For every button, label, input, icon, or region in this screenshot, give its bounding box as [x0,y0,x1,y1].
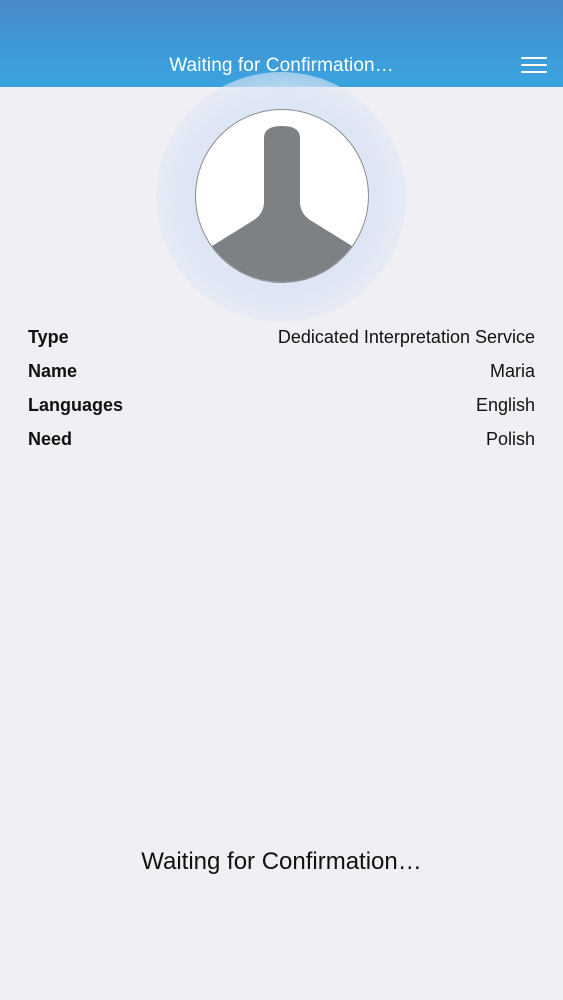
menu-line [521,71,547,74]
status-message: Waiting for Confirmation… [141,848,422,875]
hamburger-menu-icon[interactable] [521,55,547,75]
detail-row-need: Need Polish [28,422,535,456]
detail-value: Maria [489,360,535,381]
detail-label: Name [28,360,78,381]
detail-row-languages: Languages English [28,388,535,422]
detail-value: English [475,394,535,415]
detail-label: Type [28,326,69,347]
avatar [195,109,369,283]
detail-label: Languages [28,394,124,415]
detail-row-type: Type Dedicated Interpretation Service [28,320,535,354]
detail-row-name: Name Maria [28,354,535,388]
detail-value: Dedicated Interpretation Service [277,326,535,347]
menu-line [521,64,547,67]
detail-value: Polish [485,428,535,449]
menu-line [521,57,547,60]
details-table: Type Dedicated Interpretation Service Na… [28,320,535,456]
detail-label: Need [28,428,73,449]
person-silhouette-icon [196,126,368,282]
